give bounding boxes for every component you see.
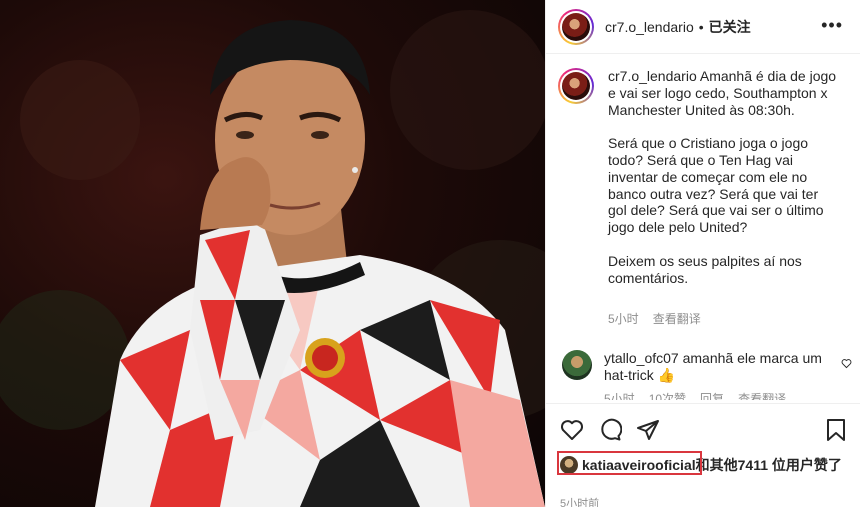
post-actions: katiaaveirooficial 和其他7411 位用户赞了 5小时前 <box>546 403 860 507</box>
highlight-box <box>557 451 702 475</box>
comment-likes[interactable]: 10次赞 <box>649 392 686 400</box>
heart-icon[interactable] <box>560 418 584 442</box>
likes-summary: katiaaveirooficial 和其他7411 位用户赞了 <box>557 451 855 475</box>
comment-reply[interactable]: 回复 <box>700 392 724 400</box>
share-icon[interactable] <box>636 418 660 442</box>
commenter-username[interactable]: ytallo_ofc07 <box>604 350 679 366</box>
likes-count-text[interactable]: 和其他7411 位用户赞了 <box>696 457 842 474</box>
comment-translate[interactable]: 查看翻译 <box>738 392 786 400</box>
caption-text: Amanhã é dia de jogo e vai ser logo cedo… <box>608 68 837 286</box>
comment-icon[interactable] <box>598 418 622 442</box>
comment-item: ytallo_ofc07 amanhã ele marca um hat-tri… <box>562 350 854 400</box>
author-avatar[interactable] <box>558 8 594 45</box>
post-header: cr7.o_lendario • 已关注 ••• <box>546 0 860 54</box>
caption-username[interactable]: cr7.o_lendario <box>608 68 697 84</box>
post-caption: cr7.o_lendario Amanhã é dia de jogo e va… <box>558 68 854 362</box>
caption-meta: 5小时 查看翻译 <box>608 311 840 328</box>
bookmark-icon[interactable] <box>825 418 847 442</box>
see-translation-link[interactable]: 查看翻译 <box>653 312 701 326</box>
post-photo[interactable] <box>0 0 545 507</box>
action-icons <box>560 418 660 442</box>
comment-time: 5小时 <box>604 392 635 400</box>
author-username[interactable]: cr7.o_lendario <box>605 19 694 35</box>
comment-body: ytallo_ofc07 amanhã ele marca um hat-tri… <box>604 350 824 400</box>
separator-dot: • <box>698 18 704 35</box>
player-illustration <box>0 10 545 507</box>
follow-status-button[interactable]: 已关注 <box>709 17 751 37</box>
post-side-panel: cr7.o_lendario • 已关注 ••• cr7.o_lendario … <box>545 0 860 507</box>
caption-body: cr7.o_lendario Amanhã é dia de jogo e va… <box>608 68 840 362</box>
caption-time: 5小时 <box>608 312 639 327</box>
caption-avatar[interactable] <box>558 68 594 104</box>
more-options-icon[interactable]: ••• <box>821 15 843 36</box>
comment-meta: 5小时 10次赞 回复 查看翻译 <box>604 392 824 400</box>
commenter-avatar[interactable] <box>562 350 592 380</box>
comment-like-heart-icon[interactable] <box>841 358 852 369</box>
post-timestamp: 5小时前 <box>560 498 600 507</box>
